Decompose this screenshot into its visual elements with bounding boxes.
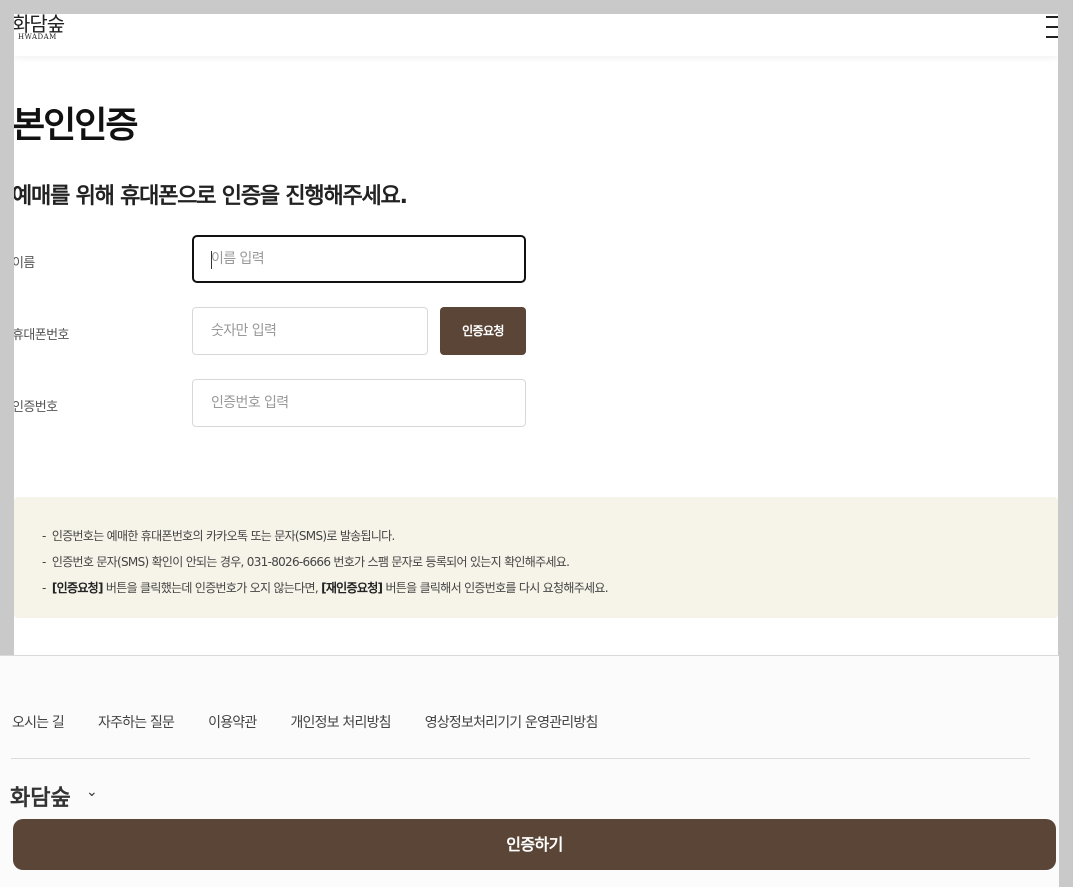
footer-link-terms[interactable]: 이용약관 [208, 712, 257, 732]
menu-bar [1046, 36, 1058, 38]
hamburger-icon[interactable] [1046, 16, 1058, 38]
name-placeholder: 이름 입력 [211, 251, 265, 267]
footer-brand[interactable]: 화담숲 [10, 780, 71, 812]
name-input[interactable]: 이름 입력 [192, 235, 526, 283]
notice-text: 버튼을 클릭했는데 인증번호가 오지 않는다면, [102, 581, 322, 595]
text-caret [211, 251, 212, 269]
site-header: 화담숲 HWADAM [14, 14, 1058, 56]
notice-item: - 인증번호 문자(SMS) 확인이 안되는 경우, 031-8026-6666… [42, 555, 570, 569]
code-label: 인증번호 [14, 400, 58, 415]
notice-box: - 인증번호는 예매한 휴대폰번호의 카카오톡 또는 문자(SMS)로 발송됩니… [14, 497, 1058, 618]
phone-placeholder: 숫자만 입력 [211, 323, 277, 339]
code-placeholder: 인증번호 입력 [211, 395, 289, 411]
menu-bar [1046, 16, 1058, 18]
notice-item: - [인증요청] 버튼을 클릭했는데 인증번호가 오지 않는다면, [재인증요청… [42, 581, 609, 595]
notice-emphasis: [재인증요청] [321, 581, 383, 595]
footer-links: 오시는 길 자주하는 질문 이용약관 개인정보 처리방침 영상정보처리기기 운영… [12, 712, 598, 732]
footer-link-cctv-policy[interactable]: 영상정보처리기기 운영관리방침 [425, 712, 599, 732]
page-title: 본인인증 [14, 105, 138, 146]
code-input[interactable]: 인증번호 입력 [192, 379, 526, 427]
logo-subtext: HWADAM [18, 33, 57, 41]
footer-divider [11, 758, 1030, 759]
menu-bar [1046, 26, 1058, 28]
footer-link-privacy[interactable]: 개인정보 처리방침 [290, 712, 391, 732]
notice-text: 버튼을 클릭해서 인증번호를 다시 요청해주세요. [382, 581, 608, 595]
page-subtitle: 예매를 위해 휴대폰으로 인증을 진행해주세요. [14, 184, 408, 209]
request-code-button[interactable]: 인증요청 [440, 307, 526, 355]
notice-text: 인증번호 문자(SMS) 확인이 안되는 경우, 031-8026-6666 번… [51, 555, 570, 569]
chevron-down-icon[interactable]: ⌄ [86, 784, 98, 800]
notice-text: 인증번호는 예매한 휴대폰번호의 카카오톡 또는 문자(SMS)로 발송됩니다. [51, 529, 395, 543]
notice-emphasis: [인증요청] [51, 581, 104, 595]
phone-label: 휴대폰번호 [14, 328, 69, 343]
footer-link-faq[interactable]: 자주하는 질문 [98, 712, 175, 732]
name-label: 이름 [14, 256, 35, 271]
footer-link-directions[interactable]: 오시는 길 [12, 712, 65, 732]
verify-button[interactable]: 인증하기 [13, 819, 1056, 870]
notice-item: - 인증번호는 예매한 휴대폰번호의 카카오톡 또는 문자(SMS)로 발송됩니… [42, 529, 395, 543]
phone-input[interactable]: 숫자만 입력 [192, 307, 428, 355]
